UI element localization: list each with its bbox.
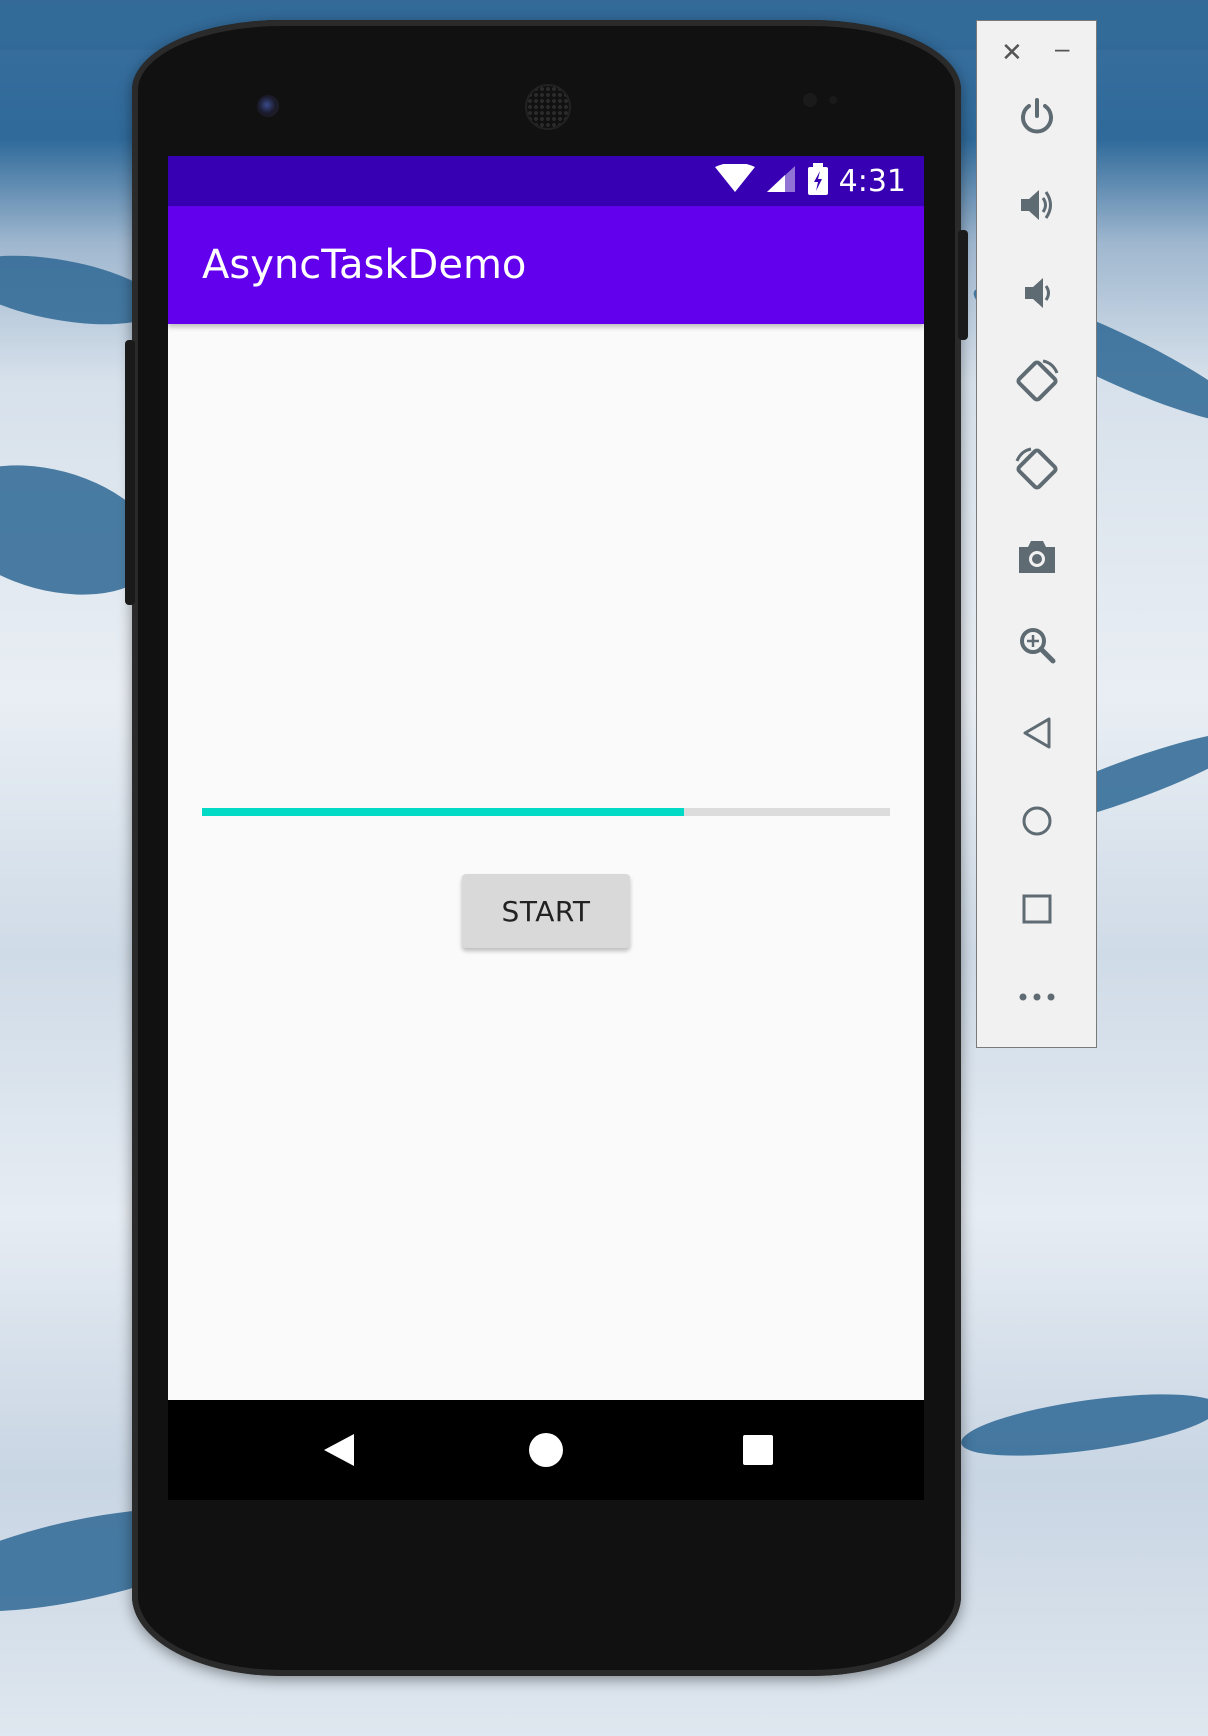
status-icons: 4:31 xyxy=(714,156,906,206)
wallpaper-crack xyxy=(957,1382,1208,1468)
emulator-toolbar: ✕ – xyxy=(976,20,1097,1048)
close-icon[interactable]: ✕ xyxy=(1001,39,1023,65)
volume-down-icon[interactable] xyxy=(1007,263,1067,323)
battery-charging-icon xyxy=(807,162,829,200)
minimize-icon[interactable]: – xyxy=(1055,35,1069,61)
front-camera xyxy=(257,95,279,117)
navigation-bar xyxy=(168,1400,924,1500)
overview-icon[interactable] xyxy=(1007,879,1067,939)
power-icon[interactable] xyxy=(1007,86,1067,146)
toolbar-window-controls: ✕ – xyxy=(977,21,1096,81)
more-icon[interactable] xyxy=(1007,967,1067,1027)
nav-back-icon[interactable] xyxy=(318,1430,358,1475)
cellular-signal-icon xyxy=(765,164,797,199)
rotate-left-icon[interactable] xyxy=(1007,351,1067,411)
app-bar: AsyncTaskDemo xyxy=(168,206,924,324)
progress-bar xyxy=(202,808,890,816)
status-bar: 4:31 xyxy=(168,156,924,206)
zoom-icon[interactable] xyxy=(1007,615,1067,675)
proximity-sensor xyxy=(803,93,817,107)
camera-icon[interactable] xyxy=(1007,527,1067,587)
rotate-right-icon[interactable] xyxy=(1007,439,1067,499)
light-sensor xyxy=(829,96,837,104)
volume-up-icon[interactable] xyxy=(1007,175,1067,235)
home-icon[interactable] xyxy=(1007,791,1067,851)
wifi-icon xyxy=(714,162,755,199)
back-icon[interactable] xyxy=(1007,703,1067,763)
nav-recents-icon[interactable] xyxy=(738,1430,778,1475)
progress-bar-fill xyxy=(202,808,684,816)
start-button[interactable]: START xyxy=(462,874,630,948)
phone-side-button xyxy=(125,340,135,605)
status-clock: 4:31 xyxy=(838,163,906,199)
phone-side-button xyxy=(958,230,968,340)
app-title: AsyncTaskDemo xyxy=(202,242,527,288)
device-screen: 4:31 AsyncTaskDemo START xyxy=(168,156,924,1500)
nav-home-icon[interactable] xyxy=(526,1430,566,1475)
earpiece-speaker xyxy=(525,84,571,130)
